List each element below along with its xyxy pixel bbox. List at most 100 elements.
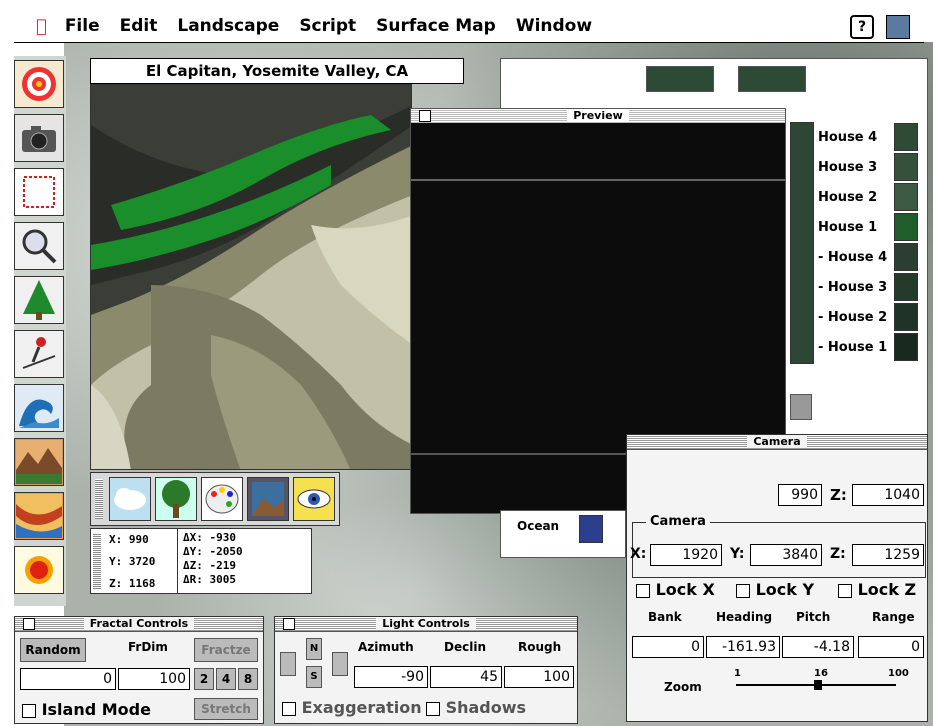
cloud-icon[interactable] xyxy=(109,477,151,521)
frdim-label: FrDim xyxy=(128,640,168,654)
house-item[interactable]: House 4 xyxy=(818,122,918,152)
house-item[interactable]: - House 3 xyxy=(818,272,918,302)
random-button[interactable]: Random xyxy=(20,638,86,662)
coord-dr: ΔR: 3005 xyxy=(183,573,236,586)
panel-grip-icon[interactable] xyxy=(93,533,101,589)
tree-texture-icon[interactable] xyxy=(155,477,197,521)
house-color-swatch[interactable] xyxy=(894,273,918,301)
finder-icon[interactable] xyxy=(886,15,910,39)
camera-x-field[interactable]: 1920 xyxy=(650,544,722,566)
house-color-swatch[interactable] xyxy=(894,303,918,331)
house-item[interactable]: - House 2 xyxy=(818,302,918,332)
toolbar-grip-icon[interactable] xyxy=(95,479,103,519)
selection-icon[interactable] xyxy=(14,168,64,216)
stretch-button[interactable]: Stretch xyxy=(194,698,258,720)
house-item[interactable]: House 3 xyxy=(818,152,918,182)
target-icon[interactable] xyxy=(14,60,64,108)
delete-button[interactable]: Delete xyxy=(738,66,806,92)
scroll-thumb[interactable] xyxy=(790,394,812,420)
close-box-icon[interactable] xyxy=(283,618,295,630)
picture-icon[interactable] xyxy=(247,477,289,521)
close-box-icon[interactable] xyxy=(23,618,35,630)
tree-icon[interactable] xyxy=(14,276,64,324)
shadows-checkbox[interactable]: Shadows xyxy=(426,698,526,717)
house-color-swatch[interactable] xyxy=(894,333,918,361)
ocean-row: Ocean xyxy=(500,510,626,558)
exaggeration-checkbox[interactable]: Exaggeration xyxy=(282,698,422,717)
light-south-button[interactable]: S xyxy=(306,666,322,688)
house-color-swatch[interactable] xyxy=(894,183,918,211)
eye-icon[interactable] xyxy=(293,477,335,521)
preview-title: Preview xyxy=(567,109,629,122)
apple-menu-icon[interactable]:  xyxy=(36,16,47,37)
bank-field[interactable]: 0 xyxy=(632,636,704,658)
zoom-thumb[interactable] xyxy=(814,680,822,690)
fractal-field-1[interactable]: 0 xyxy=(20,668,116,690)
zoom-slider[interactable]: 1 16 100 xyxy=(730,668,914,698)
house-item[interactable]: House 2 xyxy=(818,182,918,212)
fractal-field-2[interactable]: 100 xyxy=(118,668,190,690)
rough-field[interactable]: 100 xyxy=(504,666,574,688)
declin-field[interactable]: 45 xyxy=(430,666,502,688)
camera-z-field[interactable]: 1259 xyxy=(852,544,924,566)
house-color-swatch[interactable] xyxy=(894,123,918,151)
house-color-swatch[interactable] xyxy=(894,213,918,241)
magnifier-icon[interactable] xyxy=(14,222,64,270)
camera-icon[interactable] xyxy=(14,114,64,162)
house-color-swatch[interactable] xyxy=(894,243,918,271)
landscape-icon[interactable] xyxy=(14,438,64,486)
help-icon[interactable]: ? xyxy=(850,15,874,39)
light-title-bar[interactable]: Light Controls xyxy=(275,617,577,632)
coord-z: Z: 1168 xyxy=(109,577,156,590)
pitch-field[interactable]: -4.18 xyxy=(782,636,854,658)
skier-icon[interactable] xyxy=(14,330,64,378)
coord-dz: ΔZ: -219 xyxy=(183,559,236,572)
step-2-button[interactable]: 2 xyxy=(194,668,214,690)
fractalize-button[interactable]: Fractze xyxy=(194,638,258,662)
sun-icon[interactable] xyxy=(14,546,64,594)
house-item[interactable]: - House 1 xyxy=(818,332,918,362)
insert-button[interactable]: Insert xyxy=(646,66,714,92)
island-mode-checkbox[interactable]: Island Mode xyxy=(22,700,151,719)
topographic-map[interactable] xyxy=(90,84,412,470)
menu-file[interactable]: File xyxy=(65,16,100,36)
wave-icon[interactable] xyxy=(14,384,64,432)
step-4-button[interactable]: 4 xyxy=(216,668,236,690)
ocean-color-swatch[interactable] xyxy=(579,515,603,543)
house-item[interactable]: House 1 xyxy=(818,212,918,242)
zoom-tick-min: 1 xyxy=(734,668,741,679)
menu-landscape[interactable]: Landscape xyxy=(177,16,279,36)
menu-script[interactable]: Script xyxy=(299,16,356,36)
fractal-title-bar[interactable]: Fractal Controls xyxy=(15,617,263,632)
menu-surface-map[interactable]: Surface Map xyxy=(376,16,496,36)
heading-field[interactable]: -161.93 xyxy=(706,636,780,658)
house-list: House 4 House 3 House 2 House 1 - House … xyxy=(818,122,918,362)
target-z-field[interactable]: 1040 xyxy=(852,484,924,506)
step-8-button[interactable]: 8 xyxy=(238,668,258,690)
light-north-button[interactable]: N xyxy=(306,638,322,660)
camera-y-field[interactable]: 3840 xyxy=(750,544,822,566)
lock-y-checkbox[interactable]: Lock Y xyxy=(736,580,814,599)
menu-edit[interactable]: Edit xyxy=(120,16,158,36)
coord-dx: ΔX: -930 xyxy=(183,531,236,544)
zoom-tick-mid: 16 xyxy=(814,668,828,679)
preview-horizon-line xyxy=(411,179,785,181)
azimuth-field[interactable]: -90 xyxy=(354,666,428,688)
lock-x-checkbox[interactable]: Lock X xyxy=(636,580,715,599)
light-right-button[interactable] xyxy=(332,652,348,676)
camera-x-label: X: xyxy=(630,546,647,562)
house-color-swatch[interactable] xyxy=(894,153,918,181)
menu-window[interactable]: Window xyxy=(516,16,592,36)
camera-title-bar[interactable]: Camera xyxy=(627,435,927,450)
target-x-field[interactable]: 990 xyxy=(778,484,822,506)
range-field[interactable]: 0 xyxy=(858,636,924,658)
lock-z-checkbox[interactable]: Lock Z xyxy=(838,580,916,599)
palette-icon[interactable] xyxy=(201,477,243,521)
checkbox-icon xyxy=(426,701,440,716)
map-icon[interactable] xyxy=(14,492,64,540)
house-item[interactable]: - House 4 xyxy=(818,242,918,272)
close-box-icon[interactable] xyxy=(419,110,431,122)
preview-title-bar[interactable]: Preview xyxy=(411,109,785,124)
light-left-button[interactable] xyxy=(280,652,296,676)
camera-z-label: Z: xyxy=(830,546,846,562)
